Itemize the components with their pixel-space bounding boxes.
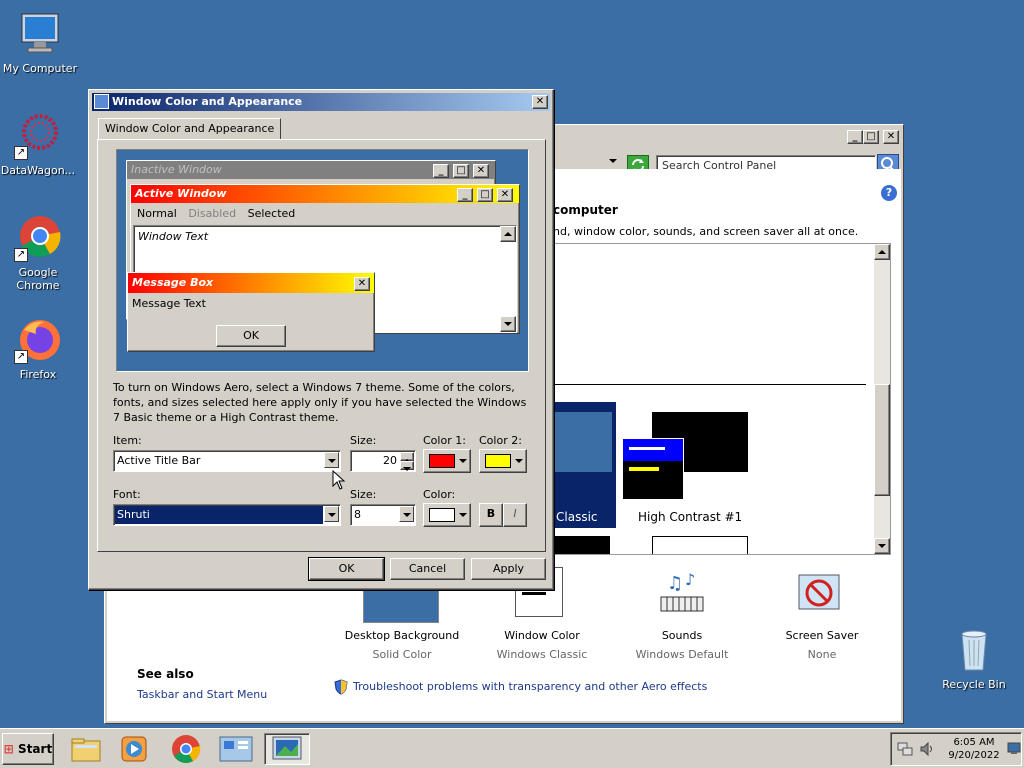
font-select[interactable]: Shruti <box>113 504 341 526</box>
chevron-down-icon[interactable] <box>324 506 339 522</box>
size-spinner[interactable]: 20 <box>350 450 416 472</box>
italic-button[interactable]: I <box>503 503 527 527</box>
preview-area: Inactive Window _ □ ✕ Active Window _ □ … <box>116 149 529 372</box>
maximize-button[interactable]: □ <box>863 130 879 144</box>
screen-saver-link[interactable]: Screen Saver None <box>747 629 897 661</box>
theme-list: Classic High Contrast #1 <box>553 243 891 555</box>
sounds-icon[interactable]: ♫ ♪ <box>657 570 707 621</box>
preview-menu-disabled: Disabled <box>188 207 237 220</box>
window-color-taskbar-button[interactable] <box>264 733 310 765</box>
desktop-icon-my-computer[interactable]: My Computer <box>0 10 80 75</box>
desktop-icon-firefox[interactable]: ↗ Firefox <box>0 316 78 381</box>
desktop-icon-datawagon[interactable]: ↗ DataWagon... <box>0 112 78 177</box>
chevron-down-icon[interactable] <box>399 506 414 522</box>
svg-text:♫: ♫ <box>667 573 683 594</box>
network-icon[interactable] <box>897 741 913 757</box>
chevron-down-icon <box>459 459 467 463</box>
ok-button[interactable]: OK <box>308 557 385 581</box>
shortcut-arrow-icon: ↗ <box>14 350 28 364</box>
preview-message-box: Message Box ✕ Message Text OK <box>127 272 375 352</box>
media-player-icon[interactable] <box>114 733 154 765</box>
screen-saver-icon[interactable] <box>795 571 845 621</box>
taskbar-start-menu-link[interactable]: Taskbar and Start Menu <box>137 688 267 701</box>
preview-ok-button: OK <box>216 325 286 347</box>
windows-logo-icon: ⊞ <box>3 742 14 756</box>
computer-icon <box>16 10 64 58</box>
mouse-cursor-icon <box>332 469 346 492</box>
spin-down-icon[interactable] <box>400 461 414 471</box>
minimize-button[interactable]: _ <box>847 130 863 144</box>
desktop-icon-label: DataWagon... <box>0 164 76 177</box>
aero-info-text: To turn on Windows Aero, select a Window… <box>113 381 527 424</box>
dialog-title: Window Color and Appearance <box>112 95 303 108</box>
page-description: nd, window color, sounds, and screen sav… <box>553 225 859 238</box>
close-button[interactable]: ✕ <box>883 130 899 144</box>
item-select[interactable]: Active Title Bar <box>113 450 341 472</box>
window-color-dialog: Window Color and Appearance ✕ Window Col… <box>88 89 554 590</box>
window-color-link[interactable]: Window Color Windows Classic <box>467 629 617 661</box>
chrome-taskbar-icon[interactable] <box>166 733 206 765</box>
chevron-down-icon <box>459 513 467 517</box>
see-also-heading: See also <box>137 667 194 681</box>
control-panel-taskbar-icon[interactable] <box>216 733 256 765</box>
color2-swatch <box>485 454 511 468</box>
page-heading: computer <box>553 203 618 217</box>
address-dropdown-arrow-icon[interactable] <box>605 153 623 169</box>
svg-text:♪: ♪ <box>685 571 695 589</box>
font-color-swatch <box>429 508 455 522</box>
preview-menu-selected: Selected <box>247 207 296 220</box>
recycle-bin-icon <box>950 626 998 674</box>
window-color-app-icon <box>94 94 109 109</box>
start-button[interactable]: ⊞ Start <box>2 733 54 765</box>
font-size-select[interactable]: 8 <box>350 504 416 526</box>
show-desktop-icon[interactable] <box>1007 741 1021 755</box>
desktop-icon-label: Recycle Bin <box>942 678 1006 691</box>
shield-icon <box>333 679 349 695</box>
tab-panel: Inactive Window _ □ ✕ Active Window _ □ … <box>97 139 546 552</box>
color1-button[interactable] <box>423 449 471 473</box>
color2-button[interactable] <box>479 449 527 473</box>
desktop-icon-label: Firefox <box>19 368 57 381</box>
tab-window-color[interactable]: Window Color and Appearance <box>98 118 282 140</box>
desktop-icon-label: My Computer <box>2 62 78 75</box>
chrome-icon: ↗ <box>14 214 62 262</box>
firefox-icon: ↗ <box>14 316 62 364</box>
desktop-icon-google-chrome[interactable]: ↗ Google Chrome <box>0 214 78 292</box>
theme-list-scrollbar[interactable] <box>874 244 890 554</box>
dialog-titlebar: Window Color and Appearance ✕ <box>92 93 550 111</box>
cancel-button[interactable]: Cancel <box>390 558 465 580</box>
desktop-icon-recycle-bin[interactable]: Recycle Bin <box>934 626 1014 691</box>
taskbar: ⊞ Start 6:05 AM 9/20/2022 <box>0 728 1024 768</box>
chevron-down-icon[interactable] <box>324 452 339 468</box>
divider <box>554 384 866 385</box>
shortcut-arrow-icon: ↗ <box>14 146 28 160</box>
help-icon[interactable]: ? <box>881 185 897 201</box>
preview-menu-normal: Normal <box>137 207 177 220</box>
desktop-icon-label: Google Chrome <box>16 266 60 292</box>
spin-up-icon[interactable] <box>400 452 414 463</box>
clock[interactable]: 6:05 AM 9/20/2022 <box>943 736 1005 762</box>
apply-button[interactable]: Apply <box>471 558 546 580</box>
chevron-down-icon <box>515 459 523 463</box>
desktop-background-link[interactable]: Desktop Background Solid Color <box>327 629 477 661</box>
system-tray: 6:05 AM 9/20/2022 <box>890 732 1022 766</box>
file-explorer-icon[interactable] <box>66 733 106 765</box>
troubleshoot-link[interactable]: Troubleshoot problems with transparency … <box>353 680 707 693</box>
dialog-close-button[interactable]: ✕ <box>532 95 548 109</box>
color1-swatch <box>429 454 455 468</box>
shortcut-arrow-icon: ↗ <box>14 248 28 262</box>
bold-button[interactable]: B <box>479 503 503 527</box>
theme-classic[interactable]: Classic <box>554 402 616 528</box>
sounds-link[interactable]: Sounds Windows Default <box>607 629 757 661</box>
theme-high-contrast-1[interactable]: High Contrast #1 <box>622 402 748 528</box>
datawagon-icon: ↗ <box>14 112 62 160</box>
volume-icon[interactable] <box>919 741 935 757</box>
font-color-button[interactable] <box>423 503 471 527</box>
